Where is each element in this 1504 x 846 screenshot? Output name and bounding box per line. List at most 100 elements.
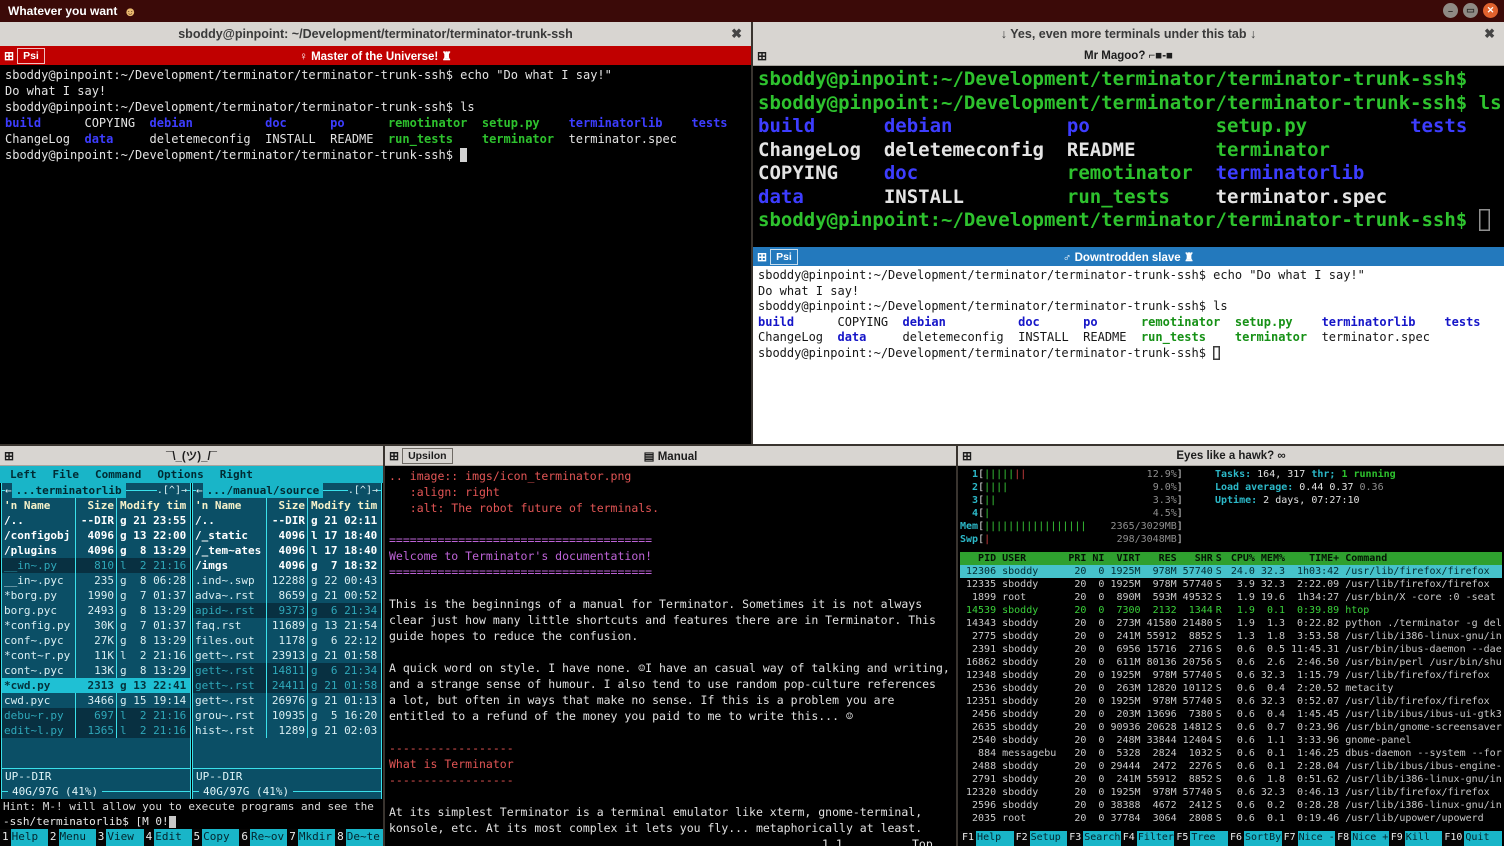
- process-row[interactable]: 14343sboddy200273M4158021480S1.91.30:22.…: [960, 617, 1502, 630]
- process-row[interactable]: 2456sboddy200203M136967380S0.60.41:45.45…: [960, 708, 1502, 721]
- menu-item-options[interactable]: Options: [157, 467, 203, 482]
- fkey-label[interactable]: Copy: [202, 829, 239, 846]
- process-row[interactable]: 12320sboddy2001925M978M57740S0.632.30:46…: [960, 786, 1502, 799]
- mc-command-line[interactable]: -ssh/terminatorlib$ [M 0!: [0, 814, 383, 829]
- mc-header-name[interactable]: 'n Name: [2, 498, 75, 513]
- fkey-number[interactable]: 7: [287, 829, 298, 846]
- fkey-number[interactable]: F4: [1121, 831, 1137, 846]
- file-row[interactable]: edit~l.py1365l 2 21:16: [2, 723, 190, 738]
- file-row[interactable]: /..--DIRg 21 23:55: [2, 513, 190, 528]
- terminal-titlebar-magoo[interactable]: ⊞ Mr Magoo? ⌐■-■: [753, 46, 1504, 66]
- fkey-label[interactable]: Help: [11, 829, 48, 846]
- tab-left[interactable]: sboddy@pinpoint: ~/Development/terminato…: [0, 22, 751, 47]
- process-row[interactable]: 2540sboddy200248M3384412404S0.61.13:33.9…: [960, 734, 1502, 747]
- mc-header-mtime[interactable]: Modify tim: [116, 498, 190, 513]
- file-row[interactable]: __in~.py810l 2 21:16: [2, 558, 190, 573]
- tab-left-close-icon[interactable]: ✖: [731, 26, 742, 42]
- process-row[interactable]: 2791sboddy200241M559128852S0.61.80:51.62…: [960, 773, 1502, 786]
- process-row[interactable]: 14539sboddy200730021321344R1.90.10:39.89…: [960, 604, 1502, 617]
- fkey-number[interactable]: F2: [1014, 831, 1030, 846]
- file-row[interactable]: .ind~.swp12288g 22 00:43: [193, 573, 381, 588]
- mc-header-name[interactable]: 'n Name: [193, 498, 266, 513]
- file-row[interactable]: hist~.rst1289g 21 02:03: [193, 723, 381, 738]
- file-row[interactable]: faq.rst11689g 13 21:54: [193, 618, 381, 633]
- terminal-titlebar-htop[interactable]: ⊞ Eyes like a hawk? ∞: [958, 446, 1504, 466]
- terminal-magoo[interactable]: sboddy@pinpoint:~/Development/terminator…: [753, 66, 1504, 247]
- terminal-slave[interactable]: sboddy@pinpoint:~/Development/terminator…: [753, 266, 1504, 444]
- process-row[interactable]: 16862sboddy200611M8013620756S0.62.62:46.…: [960, 656, 1502, 669]
- fkey-number[interactable]: 5: [192, 829, 203, 846]
- history-left-icon[interactable]: ←: [196, 483, 203, 498]
- mc-right-corner[interactable]: .[^]→: [348, 483, 378, 498]
- fkey-number[interactable]: F3: [1067, 831, 1083, 846]
- file-row[interactable]: grou~.rst10935g 5 16:20: [193, 708, 381, 723]
- tab-right-close-icon[interactable]: ✖: [1484, 26, 1495, 42]
- mc-header-size[interactable]: Size: [266, 498, 307, 513]
- menu-item-left[interactable]: Left: [10, 467, 37, 482]
- file-row[interactable]: apid~.rst9373g 6 21:34: [193, 603, 381, 618]
- fkey-number[interactable]: F10: [1442, 831, 1464, 846]
- fkey-number[interactable]: 8: [335, 829, 346, 846]
- terminal-titlebar-vim[interactable]: ⊞ Upsilon ▤ Manual: [385, 446, 956, 466]
- file-row[interactable]: conf~.pyc27Kg 8 13:29: [2, 633, 190, 648]
- file-row[interactable]: cwd.pyc3466g 15 19:14: [2, 693, 190, 708]
- file-row[interactable]: /_static4096l 17 18:40: [193, 528, 381, 543]
- process-row[interactable]: 2635sboddy200909362062814812S0.60.70:23.…: [960, 721, 1502, 734]
- fkey-number[interactable]: 4: [144, 829, 155, 846]
- window-titlebar[interactable]: Whatever you want ☻ – ▭ ✕: [0, 0, 1504, 22]
- file-row[interactable]: cont~.pyc13Kg 8 13:29: [2, 663, 190, 678]
- fkey-number[interactable]: 3: [96, 829, 107, 846]
- file-row[interactable]: gett~.rst14811g 6 21:34: [193, 663, 381, 678]
- mc-right-path[interactable]: .../manual/source: [203, 483, 324, 498]
- group-chip-psi[interactable]: Psi: [17, 48, 45, 64]
- file-row[interactable]: gett~.rst23913g 21 01:58: [193, 648, 381, 663]
- fkey-label[interactable]: View: [106, 829, 143, 846]
- group-chip-psi[interactable]: Psi: [770, 249, 798, 265]
- mc-panel-left-title[interactable]: ← ...terminatorlib .[^]→: [2, 483, 190, 498]
- file-row[interactable]: *borg.py1990g 7 01:37: [2, 588, 190, 603]
- fkey-label[interactable]: Edit: [154, 829, 191, 846]
- terminal-titlebar-master[interactable]: ⊞ Psi ♀ Master of the Universe! ♜: [0, 46, 751, 65]
- fkey-label[interactable]: Filter: [1137, 831, 1175, 846]
- menu-item-right[interactable]: Right: [220, 467, 253, 482]
- fkey-label[interactable]: Nice +: [1351, 831, 1389, 846]
- process-row[interactable]: 12335sboddy2001925M978M57740S3.932.32:22…: [960, 578, 1502, 591]
- fkey-label[interactable]: Menu: [59, 829, 96, 846]
- fkey-number[interactable]: 1: [0, 829, 11, 846]
- file-row[interactable]: files.out1178g 6 22:12: [193, 633, 381, 648]
- file-row[interactable]: debu~r.py697l 2 21:16: [2, 708, 190, 723]
- mc-header-mtime[interactable]: Modify tim: [307, 498, 381, 513]
- terminal-titlebar-slave[interactable]: ⊞ Psi ♂ Downtrodden slave ♜: [753, 247, 1504, 266]
- close-button[interactable]: ✕: [1483, 3, 1498, 18]
- history-left-icon[interactable]: ←: [5, 483, 12, 498]
- process-row[interactable]: 2536sboddy200263M1282010112S0.60.42:20.5…: [960, 682, 1502, 695]
- file-row[interactable]: gett~.rst24411g 21 01:58: [193, 678, 381, 693]
- menu-item-command[interactable]: Command: [95, 467, 141, 482]
- file-row[interactable]: *config.py30Kg 7 01:37: [2, 618, 190, 633]
- fkey-number[interactable]: 2: [48, 829, 59, 846]
- menu-item-file[interactable]: File: [53, 467, 80, 482]
- process-row[interactable]: 884messagebu200532828241032S0.60.11:46.2…: [960, 747, 1502, 760]
- file-row[interactable]: /imgs4096g 7 18:32: [193, 558, 381, 573]
- mc-panel-right-title[interactable]: ← .../manual/source .[^]→: [193, 483, 381, 498]
- fkey-label[interactable]: Kill: [1405, 831, 1443, 846]
- mc-left-header[interactable]: 'n Name Size Modify tim: [2, 498, 190, 513]
- fkey-label[interactable]: Re~ov: [250, 829, 287, 846]
- file-row[interactable]: adva~.rst8659g 21 00:52: [193, 588, 381, 603]
- process-row[interactable]: 2596sboddy2003838846722412S0.60.20:28.28…: [960, 799, 1502, 812]
- file-row[interactable]: /configobj4096g 13 22:00: [2, 528, 190, 543]
- fkey-label[interactable]: Help: [976, 831, 1014, 846]
- fkey-label[interactable]: Quit: [1464, 831, 1502, 846]
- fkey-label[interactable]: Setup: [1030, 831, 1068, 846]
- file-row[interactable]: *cwd.py2313g 13 22:41: [2, 678, 190, 693]
- process-row[interactable]: 12306sboddy2001925M978M57740S24.032.31h0…: [960, 565, 1502, 578]
- group-chip-upsilon[interactable]: Upsilon: [402, 448, 453, 464]
- fkey-number[interactable]: F9: [1389, 831, 1405, 846]
- file-row[interactable]: __in~.pyc235g 8 06:28: [2, 573, 190, 588]
- tab-right[interactable]: ↓ Yes, even more terminals under this ta…: [753, 22, 1504, 47]
- fkey-number[interactable]: F1: [960, 831, 976, 846]
- process-row[interactable]: 2035root2003778430642808S0.60.10:19.46/u…: [960, 812, 1502, 825]
- fkey-number[interactable]: F8: [1335, 831, 1351, 846]
- mc-left-corner[interactable]: .[^]→: [157, 483, 187, 498]
- terminal-master[interactable]: sboddy@pinpoint:~/Development/terminator…: [0, 65, 751, 444]
